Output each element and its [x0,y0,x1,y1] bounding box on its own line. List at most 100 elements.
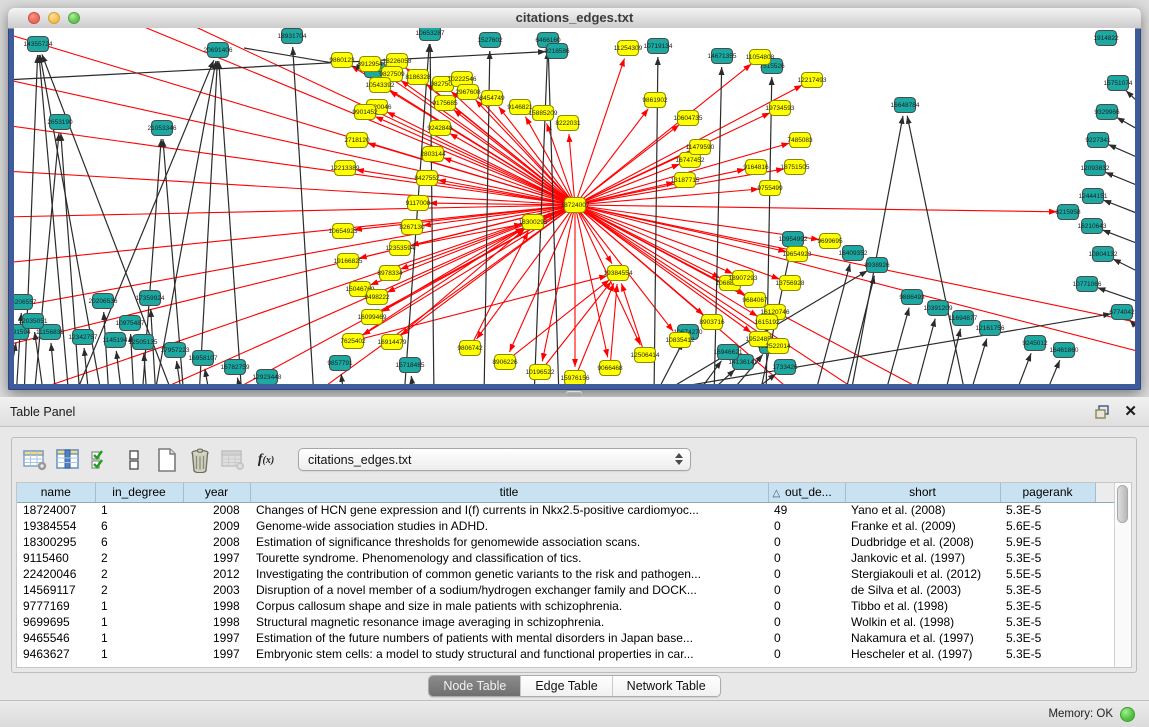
graph-node[interactable]: 18907293 [729,271,758,286]
cell-indegree[interactable]: 1 [95,502,183,518]
graph-node[interactable]: 9861902 [642,93,668,108]
graph-node[interactable]: 7625402 [340,334,366,349]
graph-node[interactable]: 11479590 [686,140,715,155]
table-row[interactable]: 969969511998Structural magnetic resonanc… [17,614,1114,630]
table-row[interactable]: 946362711997Embryonic stem cells: a mode… [17,646,1114,662]
cell-indegree[interactable]: 1 [95,646,183,662]
graph-node[interactable]: 19384554 [604,266,633,281]
zoom-window-button[interactable] [68,12,80,24]
graph-node[interactable]: 1733426 [772,360,798,375]
graph-node[interactable]: 12444151 [1079,189,1108,204]
column-header-title[interactable]: title [250,483,768,502]
graph-node[interactable]: 16914479 [378,335,407,350]
cell-year[interactable]: 1997 [183,630,250,646]
network-canvas[interactable]: 1435572420691406189317041065328715276026… [14,28,1135,384]
cell-name[interactable]: 9699695 [17,614,95,630]
function-builder-button[interactable]: f(x) [251,446,281,474]
cell-title[interactable]: Investigating the contribution of common… [250,566,768,582]
table-row[interactable]: 1938455462009Genome-wide association stu… [17,518,1114,534]
tab-network-table[interactable]: Network Table [613,676,720,696]
cell-title[interactable]: Estimation of the future numbers of pati… [250,630,768,646]
graph-node[interactable]: 9857791 [327,356,353,371]
cell-short[interactable]: Tibbo et al. (1998) [845,598,1000,614]
cell-year[interactable]: 1998 [183,614,250,630]
cell-short[interactable]: Stergiakouli et al. (2012) [845,566,1000,582]
graph-node[interactable]: 7485083 [787,133,813,148]
graph-node[interactable]: 17359924 [136,291,165,306]
column-header-in_degree[interactable]: in_degree [95,483,183,502]
graph-node[interactable]: 20691406 [204,43,233,58]
cell-indegree[interactable]: 2 [95,582,183,598]
graph-node[interactable]: 1527602 [477,33,503,48]
graph-node[interactable]: 19734593 [766,101,795,116]
graph-node[interactable]: 18751505 [781,160,810,175]
cell-name[interactable]: 9463627 [17,646,95,662]
graph-node[interactable]: 16946621 [714,345,743,360]
column-header-pagerank[interactable]: pagerank [1000,483,1095,502]
graph-node[interactable]: 14355724 [24,37,53,52]
graph-node[interactable]: 10835412 [666,333,695,348]
cell-outdegree[interactable]: 0 [768,630,845,646]
graph-node[interactable]: 11694877 [949,311,978,326]
graph-node[interactable]: 25206557 [14,295,37,310]
graph-node[interactable]: 20206536 [89,294,118,309]
graph-node[interactable]: 6774042 [1109,305,1135,320]
cell-short[interactable]: Franke et al. (2009) [845,518,1000,534]
table-row[interactable]: 1872400712008Changes of HCN gene express… [17,502,1114,518]
graph-node[interactable]: 9175685 [432,96,458,111]
cell-outdegree[interactable]: 0 [768,582,845,598]
cell-name[interactable]: 18724007 [17,502,95,518]
graph-node[interactable]: 8906226 [492,355,518,370]
cell-year[interactable]: 2009 [183,518,250,534]
graph-node[interactable]: 9245012 [1022,336,1048,351]
float-panel-icon[interactable] [1095,405,1110,419]
graph-node[interactable]: 18724007 [561,198,590,213]
graph-node[interactable]: 17957223 [161,343,190,358]
graph-node[interactable]: 12217493 [798,73,827,88]
graph-node[interactable]: 2522014 [765,339,791,354]
graph-node[interactable]: 8427552 [414,171,440,186]
table-settings-button[interactable] [20,446,50,474]
scrollbar-thumb[interactable] [1117,485,1128,523]
column-header-short[interactable]: short [845,483,1000,502]
graph-node[interactable]: 9699695 [817,234,843,249]
minimize-window-button[interactable] [48,12,60,24]
graph-node[interactable]: 9755499 [757,181,783,196]
cell-outdegree[interactable]: 0 [768,614,845,630]
cell-pagerank[interactable]: 5.3E-5 [1000,502,1095,518]
cell-pagerank[interactable]: 5.3E-5 [1000,646,1095,662]
cell-outdegree[interactable]: 0 [768,566,845,582]
table-vertical-scrollbar[interactable] [1114,483,1131,667]
cell-pagerank[interactable]: 5.3E-5 [1000,598,1095,614]
cell-outdegree[interactable]: 0 [768,598,845,614]
table-row[interactable]: 2242004622012Investigating the contribut… [17,566,1114,582]
graph-node[interactable]: 9117008 [406,196,431,211]
graph-node[interactable]: 10954992 [779,232,808,247]
graph-node[interactable]: 18300295 [519,215,548,230]
graph-node[interactable]: 16782759 [221,360,250,375]
graph-node[interactable]: 13756928 [776,276,805,291]
column-header-out_de[interactable]: △ out_de... [768,483,845,502]
graph-node[interactable]: 8267130 [399,220,425,235]
graph-node[interactable]: 15976156 [561,371,590,385]
cell-indegree[interactable]: 1 [95,630,183,646]
graph-node[interactable]: 11254309 [614,41,643,56]
graph-node[interactable]: 2967608 [455,85,481,100]
graph-node[interactable]: 1615192 [754,315,780,330]
graph-node[interactable]: 18931704 [278,29,307,44]
cell-outdegree[interactable]: 0 [768,518,845,534]
close-panel-icon[interactable]: ✕ [1124,405,1137,419]
graph-node[interactable]: 12342757 [69,330,98,345]
cell-short[interactable]: Nakamura et al. (1997) [845,630,1000,646]
cell-indegree[interactable]: 1 [95,598,183,614]
cell-short[interactable]: Wolkin et al. (1998) [845,614,1000,630]
network-window-titlebar[interactable]: citations_edges.txt [8,8,1141,29]
graph-node[interactable]: 8912954 [357,57,383,72]
graph-node[interactable]: 12093832 [1081,161,1110,176]
rows-button[interactable] [119,446,149,474]
cell-title[interactable]: Structural magnetic resonance image aver… [250,614,768,630]
cell-name[interactable]: 9115460 [17,550,95,566]
graph-node[interactable]: 15718485 [396,358,425,373]
cell-indegree[interactable]: 6 [95,534,183,550]
graph-node[interactable]: 16210643 [1078,219,1107,234]
